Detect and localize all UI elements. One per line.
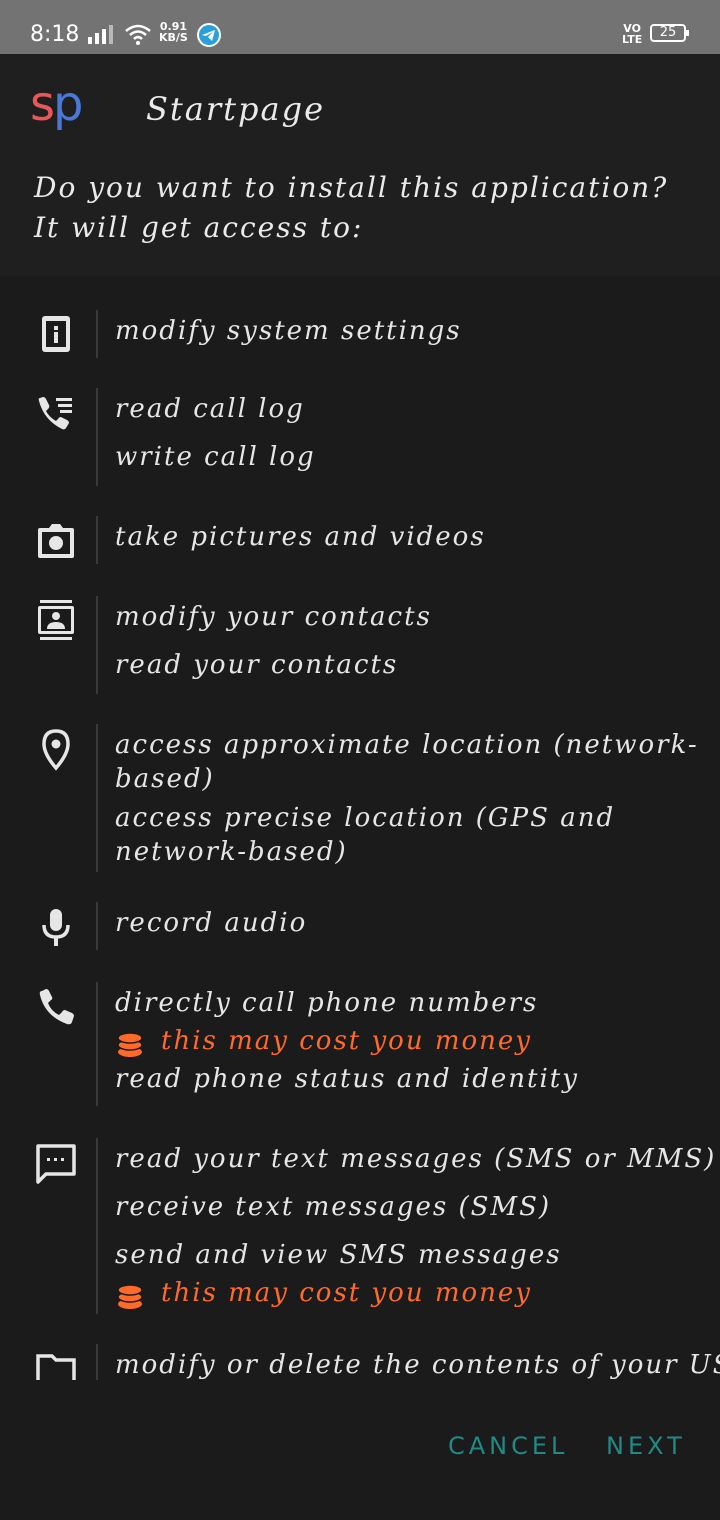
install-question: Do you want to install this application?…	[34, 171, 669, 244]
volte-indicator: VO LTE	[622, 23, 642, 45]
divider	[96, 310, 98, 358]
divider	[96, 1344, 98, 1380]
divider	[96, 982, 98, 1106]
phone-icon	[39, 989, 74, 1025]
app-logo-p: p	[53, 76, 84, 132]
call-log-icon	[38, 397, 72, 430]
divider	[96, 596, 98, 694]
app-logo: sp	[30, 76, 84, 132]
info-icon	[42, 316, 70, 352]
contacts-icon	[38, 600, 74, 640]
divider	[96, 724, 98, 872]
permission-item: read your text messages (SMS or MMS)	[115, 1144, 717, 1174]
permission-group-camera: take pictures and videos	[0, 516, 720, 568]
permission-group-sms: read your text messages (SMS or MMS) rec…	[0, 1138, 720, 1314]
permission-item: modify system settings	[115, 316, 462, 346]
telegram-icon	[197, 23, 221, 47]
status-bar: 8:18 0.91 KB/S VO LTE 25	[0, 0, 720, 54]
coins-icon	[117, 1284, 143, 1309]
permission-group-call-log: read call log write call log	[0, 388, 720, 488]
permission-item: access precise location (GPS and network…	[115, 803, 616, 867]
speed-unit: KB/S	[159, 31, 188, 44]
message-icon	[36, 1144, 76, 1184]
permission-group-system: modify system settings	[0, 308, 720, 360]
divider	[96, 1138, 98, 1314]
permission-group-audio: record audio	[0, 902, 720, 954]
divider	[96, 388, 98, 486]
folder-icon	[36, 1354, 76, 1380]
next-button[interactable]: NEXT	[606, 1432, 686, 1460]
signal-icon	[88, 25, 113, 44]
permission-group-storage: modify or delete the contents of your US…	[0, 1344, 720, 1380]
app-logo-s: s	[30, 76, 55, 132]
permission-item: receive text messages (SMS)	[115, 1192, 552, 1222]
network-speed: 0.91 KB/S	[159, 21, 188, 43]
permission-item: send and view SMS messages	[115, 1240, 562, 1270]
permission-item: modify or delete the contents of your US…	[115, 1350, 720, 1380]
install-header: sp Startpage Do you want to install this…	[0, 54, 720, 276]
permission-group-phone: directly call phone numbers this may cos…	[0, 982, 720, 1110]
divider	[96, 516, 98, 564]
cost-warning: this may cost you money	[161, 1278, 532, 1308]
microphone-icon	[42, 909, 70, 946]
dialog-buttons: CANCEL NEXT	[0, 1380, 720, 1520]
battery-indicator: 25	[650, 24, 689, 42]
divider	[96, 902, 98, 950]
status-time: 8:18	[30, 22, 80, 47]
permission-item: access approximate location (network-bas…	[115, 730, 699, 794]
permission-list[interactable]: modify system settings read call log wri…	[0, 300, 720, 1380]
permission-item: directly call phone numbers	[115, 988, 539, 1018]
app-name: Startpage	[146, 90, 325, 128]
permission-item: record audio	[115, 908, 308, 938]
permission-item: take pictures and videos	[115, 522, 486, 552]
wifi-icon	[125, 24, 151, 45]
permission-item: write call log	[115, 442, 316, 472]
permission-item: modify your contacts	[115, 602, 432, 632]
permission-item: read phone status and identity	[115, 1064, 579, 1094]
permission-group-location: access approximate location (network-bas…	[0, 724, 720, 874]
permission-item: read call log	[115, 394, 305, 424]
camera-icon	[38, 524, 74, 558]
volte-bottom: LTE	[622, 33, 643, 46]
coins-icon	[117, 1032, 143, 1057]
cancel-button[interactable]: CANCEL	[448, 1432, 568, 1460]
permission-group-contacts: modify your contacts read your contacts	[0, 596, 720, 696]
location-pin-icon	[42, 729, 70, 771]
permission-item: read your contacts	[115, 650, 399, 680]
cost-warning: this may cost you money	[161, 1026, 532, 1056]
